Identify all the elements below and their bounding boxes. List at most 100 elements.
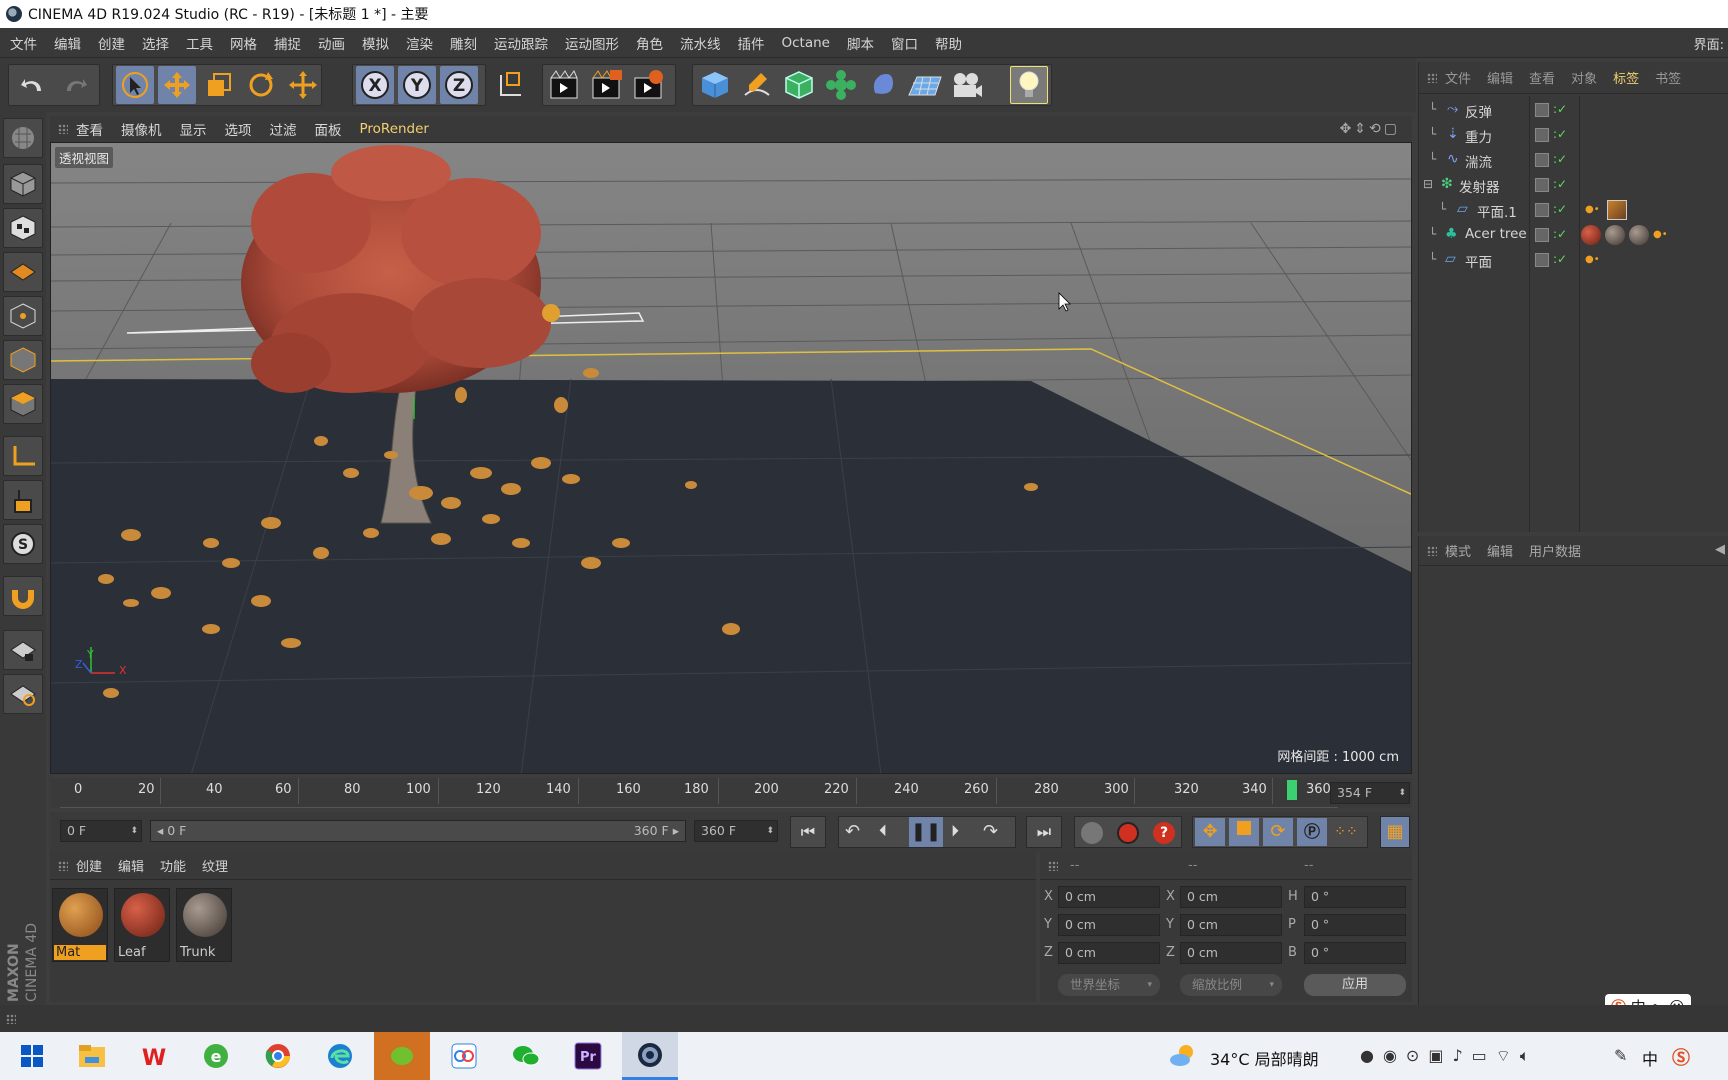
menu-help[interactable]: 帮助	[935, 33, 962, 53]
current-frame-field[interactable]: 354 F ⬍	[1330, 782, 1410, 804]
coordinate-system-icon[interactable]	[490, 66, 528, 104]
key-scale-icon[interactable]	[1229, 818, 1259, 846]
snap-icon[interactable]: S	[3, 524, 43, 564]
weather-icon[interactable]	[1168, 1042, 1198, 1070]
size-z-field[interactable]: 0 cm	[1180, 942, 1282, 964]
object-row-acer-tree[interactable]: └ ♣ Acer tree :✓ ●•	[1419, 223, 1728, 248]
autokey-help-icon[interactable]: ?	[1153, 822, 1175, 844]
wechat-icon[interactable]	[498, 1032, 554, 1080]
cloner-icon[interactable]	[822, 66, 860, 104]
visibility-check-icon[interactable]: :✓	[1553, 202, 1567, 216]
menu-file[interactable]: 文件	[10, 33, 37, 53]
size-x-field[interactable]: 0 cm	[1180, 886, 1282, 908]
key-rotation-icon[interactable]: ⟳	[1263, 818, 1293, 846]
viewport-menu-prorender[interactable]: ProRender	[360, 121, 429, 137]
floor-icon[interactable]	[906, 66, 944, 104]
make-editable-icon[interactable]	[3, 118, 43, 158]
material-swatch-mat[interactable]: Mat	[52, 888, 108, 962]
z-axis-icon[interactable]: Z	[440, 66, 478, 104]
leaf-app-icon[interactable]	[374, 1032, 430, 1080]
file-explorer-icon[interactable]	[64, 1032, 120, 1080]
menu-motion-tracking[interactable]: 运动跟踪	[494, 33, 548, 53]
material-swatch-leaf[interactable]: Leaf	[114, 888, 170, 962]
layer-toggle[interactable]	[1535, 228, 1549, 242]
phong-tag-icon[interactable]: ●•	[1653, 229, 1668, 240]
polygons-mode-icon[interactable]	[3, 384, 43, 424]
points-mode-icon[interactable]	[3, 296, 43, 336]
key-parameter-icon[interactable]: Ⓟ	[1297, 818, 1327, 846]
go-to-end-icon[interactable]: ⏭	[1026, 816, 1062, 848]
menu-sculpt[interactable]: 雕刻	[450, 33, 477, 53]
menu-octane[interactable]: Octane	[782, 35, 830, 51]
cube-icon[interactable]	[696, 66, 734, 104]
visibility-check-icon[interactable]: :✓	[1553, 227, 1567, 241]
menu-render[interactable]: 渲染	[406, 33, 433, 53]
pen-icon[interactable]: ✎	[1614, 1046, 1627, 1065]
view-label[interactable]: 透视视图	[55, 147, 114, 168]
next-key-icon[interactable]: ↷	[983, 821, 998, 842]
layer-toggle[interactable]	[1535, 253, 1549, 267]
texture-mode-icon[interactable]	[3, 208, 43, 248]
viewport-menu-camera[interactable]: 摄像机	[121, 119, 162, 139]
layer-toggle[interactable]	[1535, 128, 1549, 142]
end-frame-field[interactable]: 360 F ⬍	[694, 820, 778, 842]
visibility-check-icon[interactable]: :✓	[1553, 177, 1567, 191]
x-axis-icon[interactable]: X	[356, 66, 394, 104]
viewport-menu-filter[interactable]: 过滤	[270, 119, 297, 139]
visibility-check-icon[interactable]: :✓	[1553, 152, 1567, 166]
workplane-align-icon[interactable]	[3, 674, 43, 714]
object-row-plane[interactable]: └ ▱ 平面 :✓ ●•	[1419, 248, 1728, 273]
object-row-plane-1[interactable]: └ ▱ 平面.1 :✓ ●•	[1419, 198, 1728, 223]
windows-start-icon[interactable]	[4, 1032, 60, 1080]
rotation-h-field[interactable]: 0 °	[1304, 886, 1406, 908]
om-menu-edit[interactable]: 编辑	[1487, 68, 1513, 87]
redo-icon[interactable]	[56, 66, 94, 104]
material-menu-function[interactable]: 功能	[160, 856, 186, 875]
material-menu-edit[interactable]: 编辑	[118, 856, 144, 875]
layer-toggle[interactable]	[1535, 103, 1549, 117]
previous-frame-icon[interactable]: ⏴	[879, 821, 887, 841]
key-position-icon[interactable]: ✥	[1195, 818, 1225, 846]
axis-mode-icon[interactable]	[3, 436, 43, 476]
menu-plugins[interactable]: 插件	[738, 33, 765, 53]
scale-icon[interactable]	[200, 66, 238, 104]
visibility-check-icon[interactable]: :✓	[1553, 252, 1567, 266]
rotation-p-field[interactable]: 0 °	[1304, 914, 1406, 936]
panel-grip-icon[interactable]	[58, 124, 68, 134]
apply-button[interactable]: 应用	[1304, 974, 1406, 996]
menu-script[interactable]: 脚本	[847, 33, 874, 53]
layer-toggle[interactable]	[1535, 178, 1549, 192]
scale-mode-dropdown[interactable]: 缩放比例 ▾	[1180, 974, 1282, 996]
viewport-menu-options[interactable]: 选项	[225, 119, 252, 139]
om-menu-file[interactable]: 文件	[1445, 68, 1471, 87]
start-frame-field[interactable]: 0 F ⬍	[60, 820, 142, 842]
position-y-field[interactable]: 0 cm	[1058, 914, 1160, 936]
edge-icon[interactable]	[312, 1032, 368, 1080]
material-tag-icon[interactable]	[1629, 225, 1649, 245]
move-icon[interactable]	[158, 66, 196, 104]
undo-icon[interactable]	[14, 66, 52, 104]
record-disabled-icon[interactable]	[1081, 822, 1103, 844]
material-tag-icon[interactable]	[1607, 200, 1627, 220]
ime-mode-indicator[interactable]: 中	[1642, 1046, 1658, 1070]
render-view-icon[interactable]	[546, 66, 584, 104]
weather-text[interactable]: 34°C 局部晴朗	[1210, 1046, 1319, 1070]
timeline-playhead[interactable]	[1287, 780, 1298, 800]
position-x-field[interactable]: 0 cm	[1058, 886, 1160, 908]
previous-key-icon[interactable]: ↶	[845, 821, 860, 842]
menu-animate[interactable]: 动画	[318, 33, 345, 53]
object-row-gravity[interactable]: └ ⇣ 重力 :✓	[1419, 123, 1728, 148]
next-frame-icon[interactable]: ⏵	[951, 821, 959, 841]
edges-mode-icon[interactable]	[3, 340, 43, 380]
key-pla-icon[interactable]: ⁘⁘	[1331, 818, 1361, 846]
cinema4d-taskbar-icon[interactable]	[622, 1032, 678, 1080]
menu-window[interactable]: 窗口	[891, 33, 918, 53]
material-menu-texture[interactable]: 纹理	[202, 856, 228, 875]
menu-mesh[interactable]: 网格	[230, 33, 257, 53]
pen-spline-icon[interactable]	[738, 66, 776, 104]
subdivision-icon[interactable]	[780, 66, 818, 104]
light-icon[interactable]	[1010, 66, 1048, 104]
viewport-nav-icons[interactable]: ✥⇕⟲▢	[1340, 121, 1400, 137]
object-row-bounce[interactable]: └ ⤳ 反弹 :✓	[1419, 98, 1728, 123]
browser-360-icon[interactable]: e	[188, 1032, 244, 1080]
